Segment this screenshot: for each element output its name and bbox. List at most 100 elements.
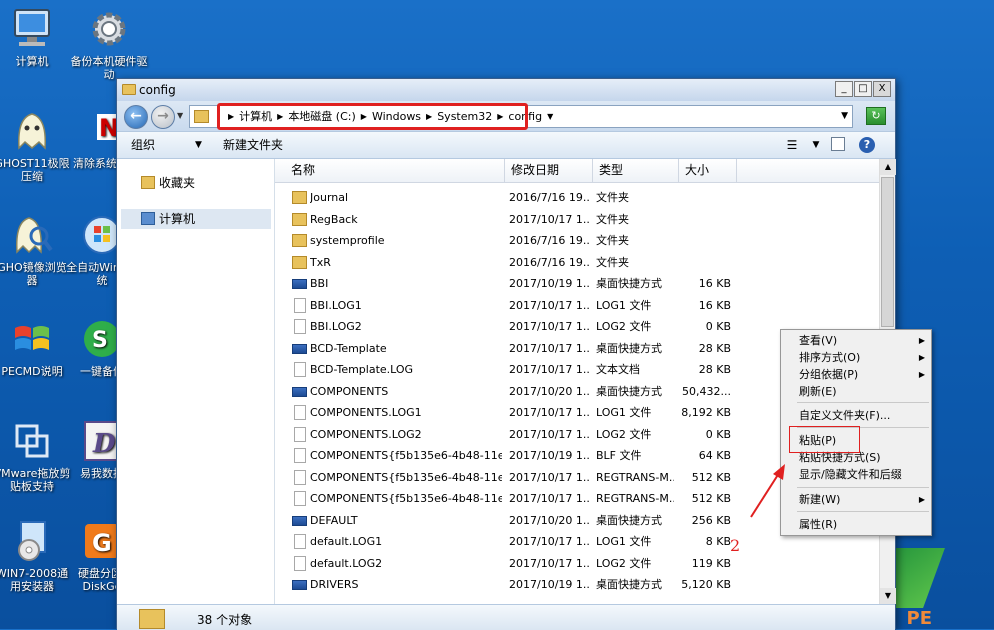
- menu-item-view[interactable]: 查看(V) ▶: [781, 332, 931, 349]
- file-type: LOG1 文件: [596, 406, 652, 419]
- file-row[interactable]: default.LOG2 2017/10/17 1... LOG2 文件 119 KB: [275, 553, 879, 575]
- menu-item-show-hide-files[interactable]: 显示/隐藏文件和后缀: [781, 466, 931, 483]
- file-name: COMPONENTS.LOG1: [310, 406, 422, 419]
- file-row[interactable]: BBI 2017/10/19 1... 桌面快捷方式 16 KB: [275, 273, 879, 295]
- document-icon: [294, 319, 306, 334]
- nav-item-favorites[interactable]: 收藏夹: [121, 173, 271, 193]
- document-icon: [294, 297, 306, 313]
- forward-button[interactable]: →: [151, 105, 175, 129]
- desktop-icon-ghost[interactable]: GHOST11极限压缩: [0, 108, 72, 183]
- file-row[interactable]: RegBack 2017/10/17 1... 文件夹: [275, 209, 879, 231]
- organize-button[interactable]: 组织: [131, 132, 155, 159]
- submenu-arrow-icon: ▶: [918, 336, 925, 345]
- file-name: BCD-Template.LOG: [310, 363, 414, 376]
- pe-logo: PE: [906, 608, 933, 629]
- menu-item-properties[interactable]: 属性(R): [781, 516, 931, 533]
- file-name: systemprofile: [310, 234, 385, 247]
- menu-item-customize-folder[interactable]: 自定义文件夹(F)...: [781, 407, 931, 424]
- submenu-arrow-icon: ▶: [918, 370, 925, 379]
- file-row[interactable]: systemprofile 2016/7/16 19... 文件夹: [275, 230, 879, 252]
- title-bar[interactable]: config _ □ X: [117, 79, 895, 101]
- recent-pages-dropdown-icon[interactable]: ▼: [177, 111, 183, 120]
- window-title: config: [139, 83, 176, 97]
- file-size: 16 KB: [698, 277, 731, 290]
- shortcut-file-icon: [292, 343, 307, 354]
- desktop-icon-computer[interactable]: 计算机: [0, 6, 72, 68]
- column-header-type[interactable]: 类型: [593, 159, 679, 182]
- scroll-down-icon[interactable]: ▼: [880, 588, 896, 604]
- file-date: 2017/10/17 1...: [509, 363, 589, 376]
- organize-dropdown-icon[interactable]: ▼: [195, 132, 202, 159]
- folder-icon: [139, 609, 165, 629]
- menu-item-sort[interactable]: 排序方式(O) ▶: [781, 349, 931, 366]
- file-name: BBI: [310, 277, 329, 290]
- desktop-icon-backup-drivers[interactable]: 备份本机硬件驱动: [69, 6, 149, 81]
- file-date: 2017/10/20 1...: [509, 513, 589, 527]
- file-type: 文件夹: [596, 234, 629, 247]
- content-area: 收藏夹 计算机 名称 修改日期 类型 大小 Journal 2016/7/16 1…: [117, 159, 896, 604]
- file-name: DEFAULT: [310, 513, 358, 527]
- file-name: BBI.LOG1: [310, 298, 362, 312]
- file-name: BCD-Template: [310, 341, 387, 355]
- chevron-down-icon[interactable]: ▼: [544, 106, 556, 127]
- menu-item-new[interactable]: 新建(W) ▶: [781, 491, 931, 508]
- column-header-size[interactable]: 大小: [679, 159, 737, 182]
- file-size: 5,120 KB: [681, 578, 731, 591]
- minimize-button[interactable]: _: [835, 81, 853, 97]
- maximize-button[interactable]: □: [854, 81, 872, 97]
- preview-pane-icon[interactable]: [831, 137, 845, 151]
- back-button[interactable]: ←: [124, 105, 148, 129]
- document-icon: [294, 555, 306, 571]
- help-icon[interactable]: ?: [859, 137, 875, 153]
- file-name: BBI.LOG2: [310, 320, 362, 333]
- file-name: Journal: [310, 191, 349, 204]
- status-bar: 38 个对象: [117, 604, 895, 630]
- folder-icon: [292, 234, 307, 247]
- refresh-button[interactable]: ↻: [866, 107, 886, 125]
- close-button[interactable]: X: [873, 81, 891, 97]
- menu-label: 分组依据(P): [799, 368, 859, 381]
- column-header-name[interactable]: 名称: [275, 159, 505, 182]
- file-name: COMPONENTS.LOG2: [310, 427, 422, 441]
- file-row[interactable]: TxR 2016/7/16 19... 文件夹: [275, 252, 879, 274]
- scroll-thumb[interactable]: [881, 177, 894, 327]
- file-size: 16 KB: [698, 298, 731, 312]
- new-folder-button[interactable]: 新建文件夹: [223, 132, 283, 159]
- file-size: 0 KB: [705, 427, 731, 441]
- menu-separator: [797, 487, 929, 488]
- address-history-dropdown-icon[interactable]: ▼: [841, 111, 848, 121]
- file-size: 28 KB: [698, 341, 731, 355]
- document-icon: [294, 534, 306, 549]
- file-type: LOG1 文件: [596, 298, 652, 312]
- file-date: 2017/10/19 1...: [509, 449, 589, 462]
- shortcut-file-icon: [292, 515, 307, 526]
- file-row[interactable]: BBI.LOG1 2017/10/17 1... LOG1 文件 16 KB: [275, 295, 879, 317]
- menu-item-refresh[interactable]: 刷新(E): [781, 383, 931, 400]
- file-name: COMPONENTS{f5b135e6-4b48-11e6-...: [310, 492, 502, 505]
- file-row[interactable]: Journal 2016/7/16 19... 文件夹: [275, 187, 879, 209]
- file-type: LOG2 文件: [596, 320, 652, 333]
- explorer-window[interactable]: config _ □ X ← → ▼ ▶ 计算机 ▶ 本地磁盘 (C:) ▶ W…: [116, 78, 896, 630]
- document-icon: [294, 426, 306, 442]
- menu-label: 属性(R): [799, 518, 838, 531]
- submenu-arrow-icon: ▶: [918, 495, 925, 504]
- view-dropdown-icon[interactable]: ▼: [807, 137, 825, 153]
- column-header-date[interactable]: 修改日期: [505, 159, 593, 182]
- nav-item-computer[interactable]: 计算机: [121, 209, 271, 229]
- menu-label: 排序方式(O): [799, 351, 861, 364]
- file-type: 桌面快捷方式: [596, 341, 662, 355]
- file-date: 2017/10/19 1...: [509, 277, 589, 290]
- address-bar[interactable]: ▶ 计算机 ▶ 本地磁盘 (C:) ▶ Windows ▶ System32 ▶…: [189, 103, 853, 130]
- file-type: REGTRANS-M...: [596, 492, 674, 505]
- file-name: default.LOG2: [310, 556, 383, 570]
- svg-text:G: G: [92, 529, 112, 557]
- scroll-up-icon[interactable]: ▲: [880, 159, 896, 175]
- document-icon: [294, 469, 306, 485]
- file-date: 2016/7/16 19...: [509, 234, 589, 247]
- file-row[interactable]: DRIVERS 2017/10/19 1... 桌面快捷方式 5,120 KB: [275, 574, 879, 596]
- view-options-icon[interactable]: ☰: [783, 137, 801, 153]
- menu-item-group[interactable]: 分组依据(P) ▶: [781, 366, 931, 383]
- file-name: DRIVERS: [310, 578, 359, 591]
- ghost-icon: [9, 108, 55, 154]
- file-name: default.LOG1: [310, 535, 383, 548]
